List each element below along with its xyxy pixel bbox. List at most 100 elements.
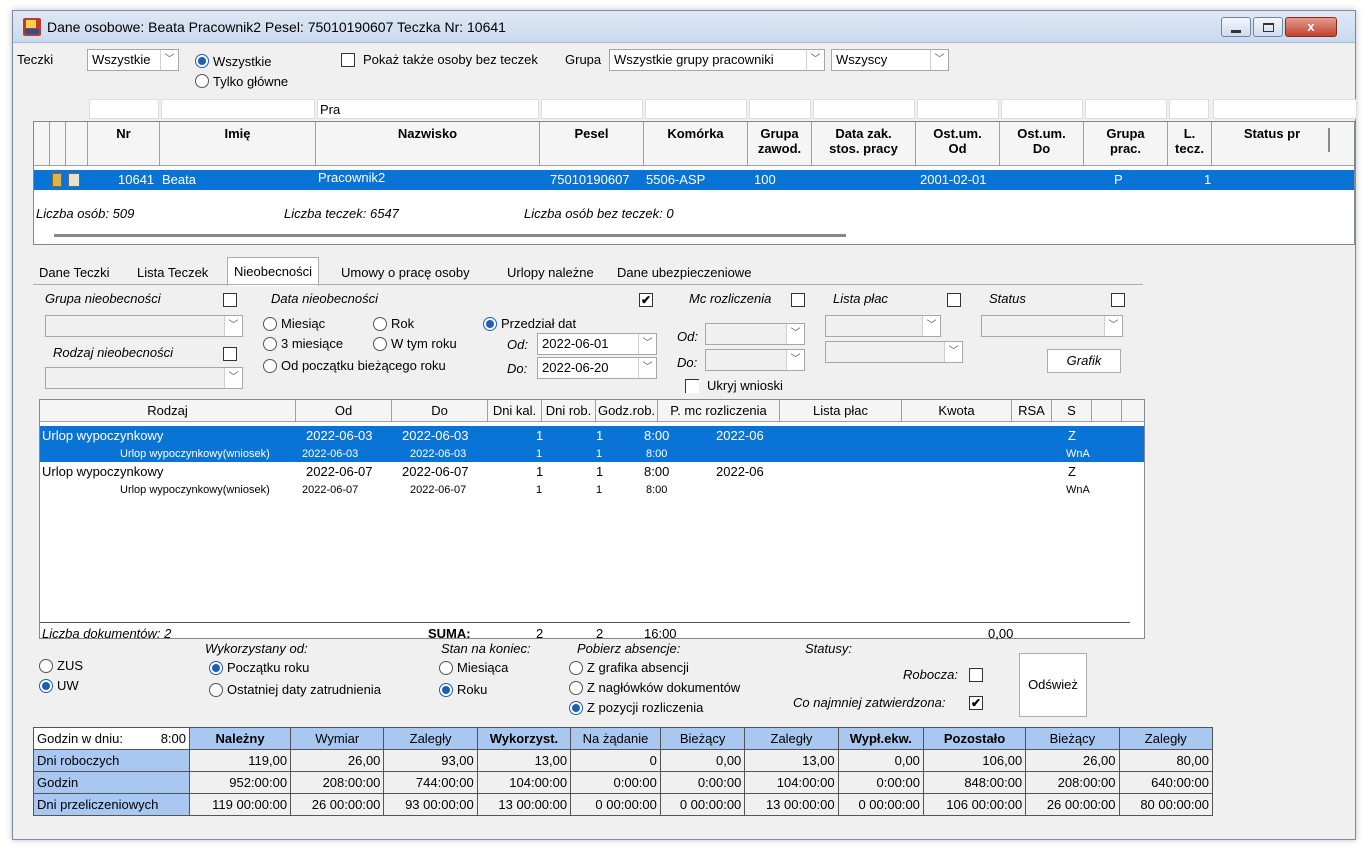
tab-nieobecnosci[interactable]: Nieobecności	[227, 257, 320, 286]
radio-tylko-glowne[interactable]	[195, 74, 209, 88]
radio-z-pozycji[interactable]	[569, 701, 583, 715]
tab-umowy[interactable]: Umowy o pracę osoby	[335, 259, 476, 285]
header-komorka[interactable]: Komórka	[644, 122, 748, 165]
co-najmniej-checkbox[interactable]: ✔	[969, 696, 983, 710]
filter-imie[interactable]	[161, 99, 315, 119]
val: 119,00	[188, 749, 292, 772]
status-select[interactable]: ﹀	[981, 315, 1123, 337]
do-date-picker[interactable]: 2022-06-20 ﹀	[537, 357, 657, 379]
header-ost-od[interactable]: Ost.um. Od	[916, 122, 1000, 165]
abs-row2-rob: 1	[596, 448, 603, 460]
header-pesel[interactable]: Pesel	[540, 122, 644, 165]
suma-godz: 16:00	[644, 626, 677, 641]
teczki-select[interactable]: Wszystkie ﹀	[87, 49, 179, 71]
val: 208:00:00	[290, 771, 385, 794]
header-data-zak[interactable]: Data zak. stos. pracy	[812, 122, 916, 165]
header-godz-rob[interactable]: Godz.rob.	[596, 400, 658, 421]
radio-3-miesiace[interactable]	[263, 337, 277, 351]
horizontal-scrollbar[interactable]	[54, 234, 846, 237]
tab-dane-teczki[interactable]: Dane Teczki	[33, 259, 116, 285]
header-lista-plac[interactable]: Lista płac	[780, 400, 902, 421]
radio-przedzial-label: Przedział dat	[501, 316, 577, 331]
val: 0:00:00	[570, 771, 661, 794]
header-status[interactable]: Status pr	[1212, 122, 1332, 165]
header-kwota[interactable]: Kwota	[902, 400, 1012, 421]
radio-miesiac[interactable]	[263, 317, 277, 331]
tab-dane-ubezp[interactable]: Dane ubezpieczeniowe	[611, 259, 757, 285]
filter-grupa-zawod[interactable]	[749, 99, 811, 119]
lista-plac-select-1[interactable]: ﹀	[825, 315, 941, 337]
filter-nazwisko[interactable]: Pra	[317, 99, 539, 119]
radio-rok[interactable]	[373, 317, 387, 331]
grupa-nieob-checkbox[interactable]	[223, 293, 237, 307]
header-s[interactable]: S	[1052, 400, 1092, 421]
header-dni-rob[interactable]: Dni rob.	[542, 400, 596, 421]
radio-zus[interactable]	[39, 659, 53, 673]
filter-grupa-prac[interactable]	[1085, 99, 1167, 119]
filter-nr[interactable]	[89, 99, 159, 119]
chevron-down-icon: ﹀	[638, 334, 656, 354]
filter-l-tecz[interactable]	[1169, 99, 1209, 119]
rodzaj-nieob-checkbox[interactable]	[223, 347, 237, 361]
header-dni-kal[interactable]: Dni kal.	[488, 400, 542, 421]
hdr-na-zadanie: Na żądanie	[570, 727, 661, 750]
pokaz-checkbox[interactable]	[341, 53, 355, 67]
radio-z-grafika[interactable]	[569, 661, 583, 675]
row-label-godzin: Godzin	[33, 771, 190, 794]
abs-row1-od: 2022-06-03	[306, 428, 373, 443]
filter-status[interactable]	[1213, 99, 1357, 119]
header-od[interactable]: Od	[296, 400, 392, 421]
grupa-select[interactable]: Wszystkie grupy pracowniki ﹀	[609, 49, 825, 71]
odswiez-button[interactable]: Odśwież	[1019, 653, 1087, 717]
header-grupa-zawod[interactable]: Grupa zawod.	[748, 122, 812, 165]
header-nr[interactable]: Nr	[88, 122, 160, 165]
tab-lista-teczek[interactable]: Lista Teczek	[131, 259, 214, 285]
header-ost-do[interactable]: Ost.um. Do	[1000, 122, 1084, 165]
radio-z-naglowkow[interactable]	[569, 681, 583, 695]
close-button[interactable]: x	[1285, 17, 1337, 37]
radio-od-poczatku[interactable]	[263, 359, 277, 373]
grupa-nieob-select[interactable]: ﹀	[45, 315, 243, 337]
lista-plac-select-2[interactable]: ﹀	[825, 341, 963, 363]
header-l-tecz[interactable]: L. tecz.	[1168, 122, 1212, 165]
header-do[interactable]: Do	[392, 400, 488, 421]
lista-plac-checkbox[interactable]	[947, 293, 961, 307]
header-rodzaj[interactable]: Rodzaj	[40, 400, 296, 421]
ukryj-checkbox[interactable]	[685, 379, 699, 393]
wszyscy-select[interactable]: Wszyscy ﹀	[831, 49, 949, 71]
abs-row2-s: WnA	[1066, 448, 1090, 460]
filter-ost-od[interactable]	[917, 99, 999, 119]
person-row-selected[interactable]: 10641 Beata Pracownik2 75010190607 5506-…	[34, 170, 1354, 190]
filter-komorka[interactable]	[645, 99, 747, 119]
header-nazwisko[interactable]: Nazwisko	[316, 122, 540, 165]
radio-uw[interactable]	[39, 679, 53, 693]
mc-do-select[interactable]: ﹀	[705, 349, 805, 371]
header-p-mc[interactable]: P. mc rozliczenia	[658, 400, 780, 421]
mc-od-select[interactable]: ﹀	[705, 323, 805, 345]
header-imie[interactable]: Imię	[160, 122, 316, 165]
abs-row3-mc: 2022-06	[716, 464, 764, 479]
grafik-button[interactable]: Grafik	[1047, 349, 1121, 373]
mc-rozl-checkbox[interactable]	[791, 293, 805, 307]
rodzaj-nieob-select[interactable]: ﹀	[45, 367, 243, 389]
robocza-checkbox[interactable]	[969, 668, 983, 682]
filter-pesel[interactable]	[541, 99, 643, 119]
radio-w-tym-roku[interactable]	[373, 337, 387, 351]
data-nieob-checkbox[interactable]: ✔	[639, 293, 653, 307]
status-checkbox[interactable]	[1111, 293, 1125, 307]
header-grupa-prac[interactable]: Grupa prac.	[1084, 122, 1168, 165]
radio-roku[interactable]	[439, 683, 453, 697]
radio-ostatniej[interactable]	[209, 683, 223, 697]
filter-data-zak[interactable]	[813, 99, 915, 119]
radio-przedzial[interactable]	[483, 317, 497, 331]
radio-miesiaca[interactable]	[439, 661, 453, 675]
header-rsa[interactable]: RSA	[1012, 400, 1052, 421]
od-date-picker[interactable]: 2022-06-01 ﹀	[537, 333, 657, 355]
radio-poczatku-roku[interactable]	[209, 661, 223, 675]
radio-wszystkie[interactable]	[195, 54, 209, 68]
maximize-button[interactable]	[1253, 17, 1283, 37]
hdr-biezacy-1: Bieżący	[659, 727, 746, 750]
tab-urlopy[interactable]: Urlopy należne	[501, 259, 600, 285]
minimize-button[interactable]	[1221, 17, 1251, 37]
filter-ost-do[interactable]	[1001, 99, 1083, 119]
